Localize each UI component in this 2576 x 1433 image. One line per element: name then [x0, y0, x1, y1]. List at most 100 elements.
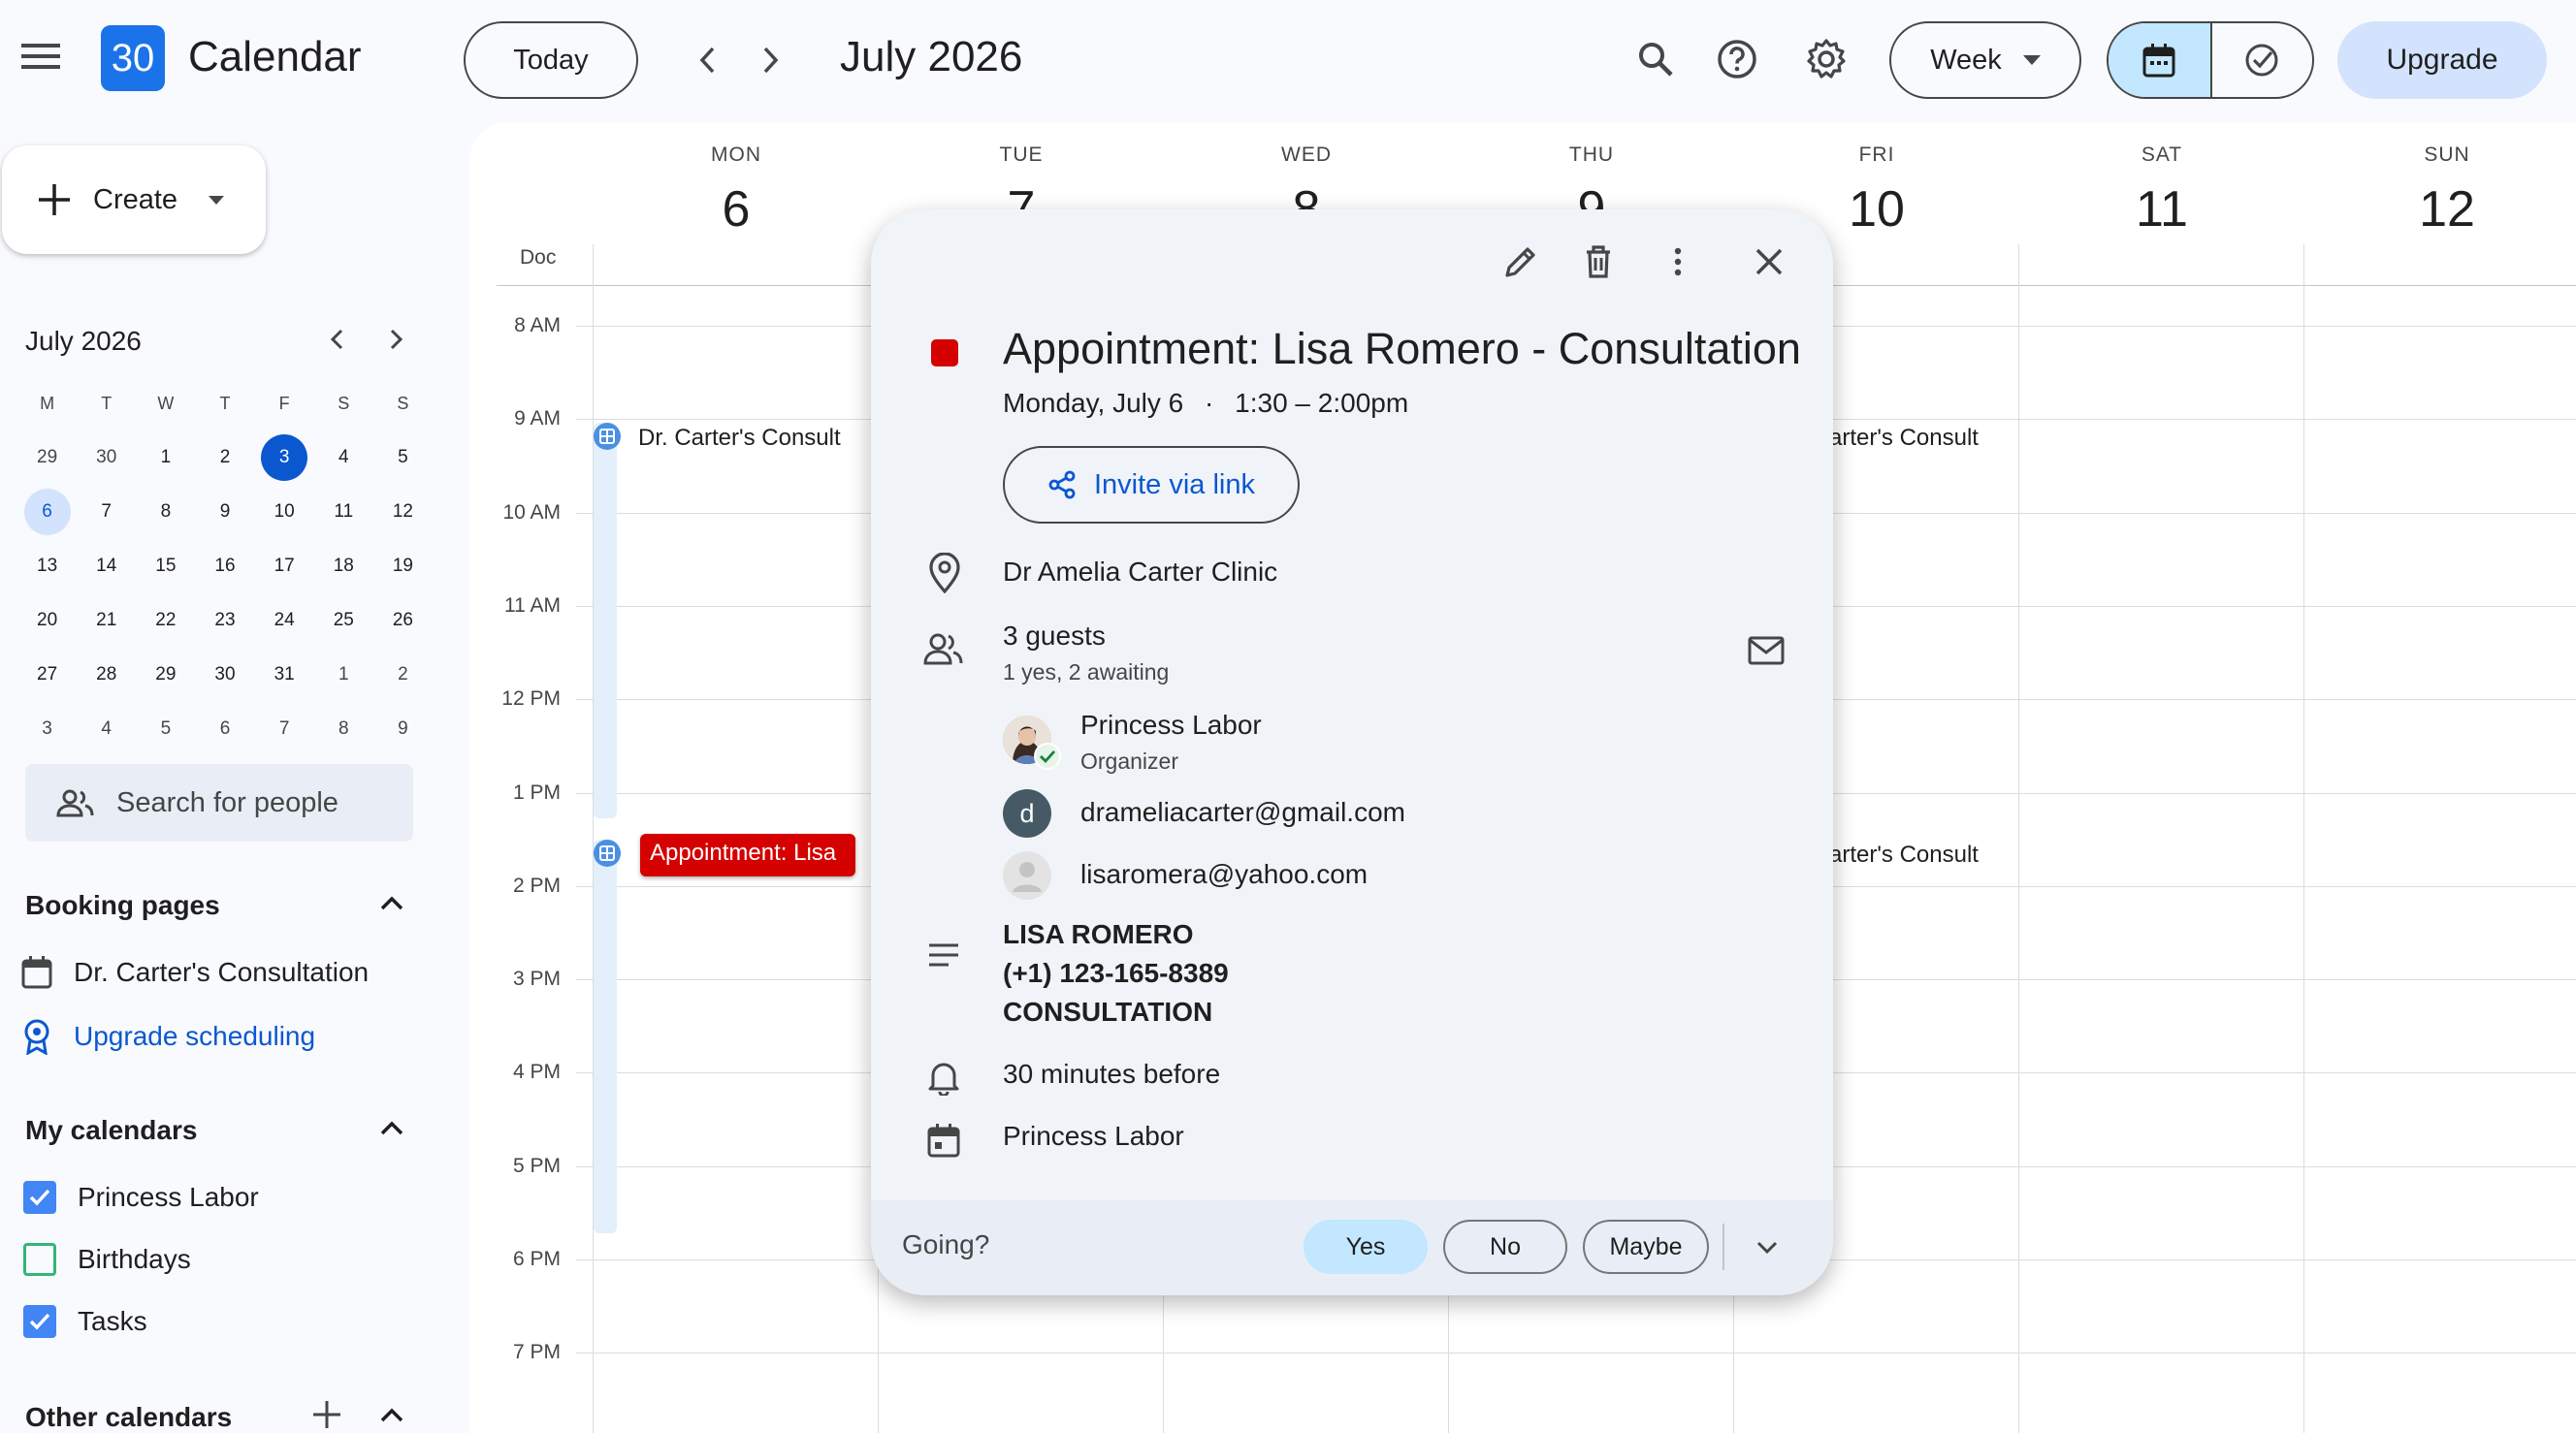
- mini-calendar-day[interactable]: 16: [195, 543, 254, 589]
- mini-calendar-prev-button[interactable]: [320, 322, 355, 357]
- day-header-mon[interactable]: MON 6: [594, 143, 879, 239]
- mini-calendar-day[interactable]: 27: [17, 652, 77, 698]
- mini-calendar-day[interactable]: 29: [17, 434, 77, 481]
- mini-calendar-day[interactable]: 4: [77, 706, 136, 752]
- avatar-guest[interactable]: d: [1003, 789, 1051, 838]
- calendar-checkbox[interactable]: [23, 1181, 56, 1214]
- mini-calendar-day[interactable]: 6: [17, 489, 77, 535]
- mini-calendar-day[interactable]: 31: [255, 652, 314, 698]
- description-icon: [927, 942, 960, 968]
- mini-calendar-day[interactable]: 14: [77, 543, 136, 589]
- search-people-input[interactable]: Search for people: [25, 764, 413, 842]
- avatar-guest-default[interactable]: [1003, 851, 1051, 900]
- mini-calendar-day[interactable]: 9: [373, 706, 433, 752]
- mini-calendar-day[interactable]: 9: [195, 489, 254, 535]
- mini-calendar-day[interactable]: 3: [255, 434, 314, 481]
- delete-event-button[interactable]: [1579, 242, 1618, 281]
- weekday-label: M: [40, 394, 55, 413]
- mini-calendar-next-button[interactable]: [378, 322, 413, 357]
- mini-calendar-day[interactable]: 25: [314, 597, 373, 644]
- mini-calendar-day[interactable]: 29: [136, 652, 195, 698]
- calendar-item-tasks[interactable]: Tasks: [23, 1305, 147, 1338]
- mini-calendar-day[interactable]: 19: [373, 543, 433, 589]
- mini-calendar-day[interactable]: 24: [255, 597, 314, 644]
- mini-calendar-day[interactable]: 2: [373, 652, 433, 698]
- mini-calendar-day[interactable]: 8: [136, 489, 195, 535]
- more-options-button[interactable]: [1658, 242, 1697, 281]
- mini-calendar-day[interactable]: 7: [77, 489, 136, 535]
- mini-calendar-day[interactable]: 5: [136, 706, 195, 752]
- rsvp-no-button[interactable]: No: [1443, 1220, 1567, 1274]
- calendar-item-birthdays[interactable]: Birthdays: [23, 1243, 191, 1276]
- today-button[interactable]: Today: [464, 21, 638, 99]
- booking-pages-title: Booking pages: [25, 890, 220, 920]
- mini-calendar-day[interactable]: 11: [314, 489, 373, 535]
- trash-icon: [1587, 245, 1610, 278]
- mini-calendar-day[interactable]: 28: [77, 652, 136, 698]
- hour-label: 11 AM: [504, 593, 561, 617]
- event-block-dr-carter-consult[interactable]: [594, 423, 617, 818]
- calendar-item-princess-labor[interactable]: Princess Labor: [23, 1181, 259, 1214]
- upgrade-button[interactable]: Upgrade: [2337, 21, 2547, 99]
- event-block-dr-carter-consult-afternoon[interactable]: [594, 840, 617, 1233]
- mini-calendar-day[interactable]: 18: [314, 543, 373, 589]
- event-location: Dr Amelia Carter Clinic: [1003, 557, 1278, 587]
- mini-calendar-day[interactable]: 4: [314, 434, 373, 481]
- other-calendars-collapse-button[interactable]: [374, 1398, 409, 1433]
- column-divider: [593, 244, 594, 1433]
- event-title-fri-consult[interactable]: arter's Consult: [1829, 842, 1979, 869]
- view-selector[interactable]: Week: [1889, 21, 2081, 99]
- mini-calendar-day[interactable]: 1: [136, 434, 195, 481]
- booking-page-item[interactable]: Dr. Carter's Consultation: [21, 956, 369, 989]
- calendar-checkbox[interactable]: [23, 1305, 56, 1338]
- invite-via-link-button[interactable]: Invite via link: [1003, 446, 1300, 524]
- previous-week-button[interactable]: [679, 31, 737, 89]
- mini-calendar-day[interactable]: 3: [17, 706, 77, 752]
- edit-event-button[interactable]: [1501, 242, 1540, 281]
- event-title-dr-carter-consult[interactable]: Dr. Carter's Consult: [638, 425, 841, 452]
- mini-calendar-day[interactable]: 2: [195, 434, 254, 481]
- checkmark-icon: [29, 1313, 50, 1330]
- calendar-logo[interactable]: 30: [101, 25, 165, 91]
- description-line: LISA ROMERO: [1003, 919, 1194, 949]
- mini-calendar-day[interactable]: 30: [77, 434, 136, 481]
- add-other-calendar-button[interactable]: [310, 1398, 343, 1431]
- event-title-fri-consult[interactable]: arter's Consult: [1829, 425, 1979, 452]
- mini-calendar-day[interactable]: 17: [255, 543, 314, 589]
- tasks-view-button[interactable]: [2209, 23, 2312, 97]
- close-popup-button[interactable]: [1750, 242, 1788, 281]
- help-button[interactable]: [1705, 27, 1769, 91]
- calendar-view-button[interactable]: [2109, 23, 2210, 97]
- mini-calendar-day[interactable]: 5: [373, 434, 433, 481]
- mini-calendar-day[interactable]: 15: [136, 543, 195, 589]
- mini-calendar-day[interactable]: 1: [314, 652, 373, 698]
- my-calendars-collapse-button[interactable]: [374, 1111, 409, 1146]
- mini-calendar-day[interactable]: 23: [195, 597, 254, 644]
- upgrade-scheduling-link[interactable]: Upgrade scheduling: [21, 1018, 315, 1055]
- main-menu-button[interactable]: [14, 29, 68, 83]
- rsvp-yes-button[interactable]: Yes: [1304, 1220, 1428, 1274]
- mini-calendar-day[interactable]: 8: [314, 706, 373, 752]
- settings-button[interactable]: [1794, 27, 1858, 91]
- mini-calendar-day[interactable]: 7: [255, 706, 314, 752]
- day-header-sat[interactable]: SAT 11: [2019, 143, 2304, 239]
- mini-calendar-day[interactable]: 22: [136, 597, 195, 644]
- mini-calendar-day[interactable]: 21: [77, 597, 136, 644]
- mini-calendar-day[interactable]: 13: [17, 543, 77, 589]
- calendar-checkbox[interactable]: [23, 1243, 56, 1276]
- create-button[interactable]: Create: [2, 145, 266, 254]
- mini-calendar-day[interactable]: 6: [195, 706, 254, 752]
- email-guests-button[interactable]: [1748, 636, 1785, 665]
- mini-calendar-day[interactable]: 12: [373, 489, 433, 535]
- search-button[interactable]: [1624, 27, 1688, 91]
- mini-calendar-day[interactable]: 26: [373, 597, 433, 644]
- booking-pages-collapse-button[interactable]: [374, 886, 409, 921]
- event-appointment-lisa[interactable]: Appointment: Lisa: [640, 834, 855, 876]
- mini-calendar-day[interactable]: 20: [17, 597, 77, 644]
- next-week-button[interactable]: [741, 31, 799, 89]
- rsvp-maybe-button[interactable]: Maybe: [1583, 1220, 1709, 1274]
- rsvp-more-button[interactable]: [1754, 1233, 1781, 1260]
- day-header-sun[interactable]: SUN 12: [2304, 143, 2576, 239]
- mini-calendar-day[interactable]: 30: [195, 652, 254, 698]
- mini-calendar-day[interactable]: 10: [255, 489, 314, 535]
